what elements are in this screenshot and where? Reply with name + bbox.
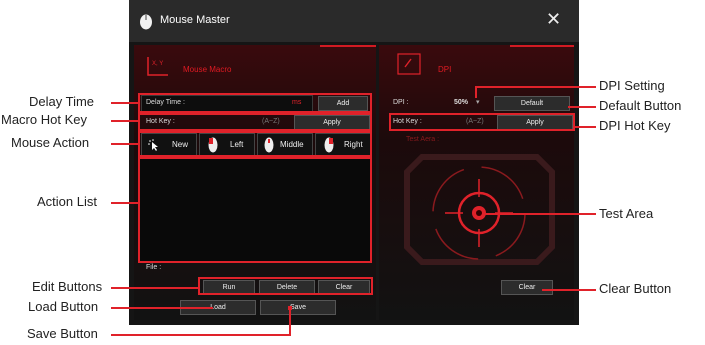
- xy-coordinate-icon: X, Y: [147, 57, 168, 76]
- callout-line: [111, 143, 138, 145]
- dpi-clear-button[interactable]: Clear: [501, 280, 553, 295]
- dpi-label: DPI :: [393, 99, 409, 106]
- mouse-macro-header: Mouse Macro: [183, 65, 232, 74]
- callout-default-button: Default Button: [599, 98, 682, 113]
- callout-load-button: Load Button: [28, 299, 99, 314]
- callout-edit-buttons: Edit Buttons: [32, 279, 103, 294]
- callout-line: [568, 106, 596, 108]
- callout-dpi-setting: DPI Setting: [599, 78, 665, 93]
- dpi-value[interactable]: 50%: [454, 99, 468, 106]
- callout-line: [289, 308, 291, 335]
- dpi-header: DPI: [438, 65, 452, 74]
- callout-line: [476, 86, 596, 88]
- panel-accent-line: [510, 45, 574, 47]
- callout-line: [111, 307, 213, 309]
- callout-dot: [288, 306, 292, 310]
- callout-test-area: Test Area: [599, 206, 654, 221]
- callout-delay-time: Delay Time: [29, 94, 95, 109]
- mouse-action-highlight: [138, 131, 372, 157]
- test-area-label: Test Aera :: [406, 136, 440, 143]
- mouse-icon: [140, 14, 152, 30]
- callout-line: [575, 126, 596, 128]
- callout-line: [111, 334, 291, 336]
- dpi-hotkey-highlight: [389, 113, 575, 131]
- file-label: File :: [146, 264, 162, 271]
- test-area-target[interactable]: [402, 147, 557, 272]
- default-button[interactable]: Default: [494, 96, 570, 111]
- action-list-highlight: [138, 157, 372, 263]
- edit-buttons-highlight: [198, 277, 373, 295]
- callout-line: [111, 102, 138, 104]
- callout-line: [482, 213, 596, 215]
- callout-line: [111, 120, 138, 122]
- window-title: Mouse Master: [160, 14, 230, 26]
- dpi-dropdown-icon[interactable]: ▾: [476, 98, 480, 106]
- callout-line: [542, 289, 596, 291]
- save-button[interactable]: Save: [260, 300, 336, 315]
- close-button[interactable]: ✕: [546, 9, 561, 30]
- dpi-icon: [397, 53, 421, 75]
- delay-time-highlight: [138, 93, 372, 113]
- callout-save-button: Save Button: [27, 326, 98, 341]
- panel-accent-line: [320, 45, 376, 47]
- callout-dpi-hot-key: DPI Hot Key: [599, 118, 671, 133]
- callout-macro-hot-key: Macro Hot Key: [1, 112, 87, 127]
- callout-line: [475, 86, 477, 98]
- callout-line: [111, 287, 198, 289]
- callout-clear-button: Clear Button: [599, 281, 672, 296]
- svg-text:X, Y: X, Y: [152, 61, 163, 67]
- callout-line: [111, 202, 138, 204]
- callout-mouse-action: Mouse Action: [11, 135, 90, 150]
- macro-hotkey-highlight: [138, 113, 372, 131]
- callout-action-list: Action List: [37, 194, 97, 209]
